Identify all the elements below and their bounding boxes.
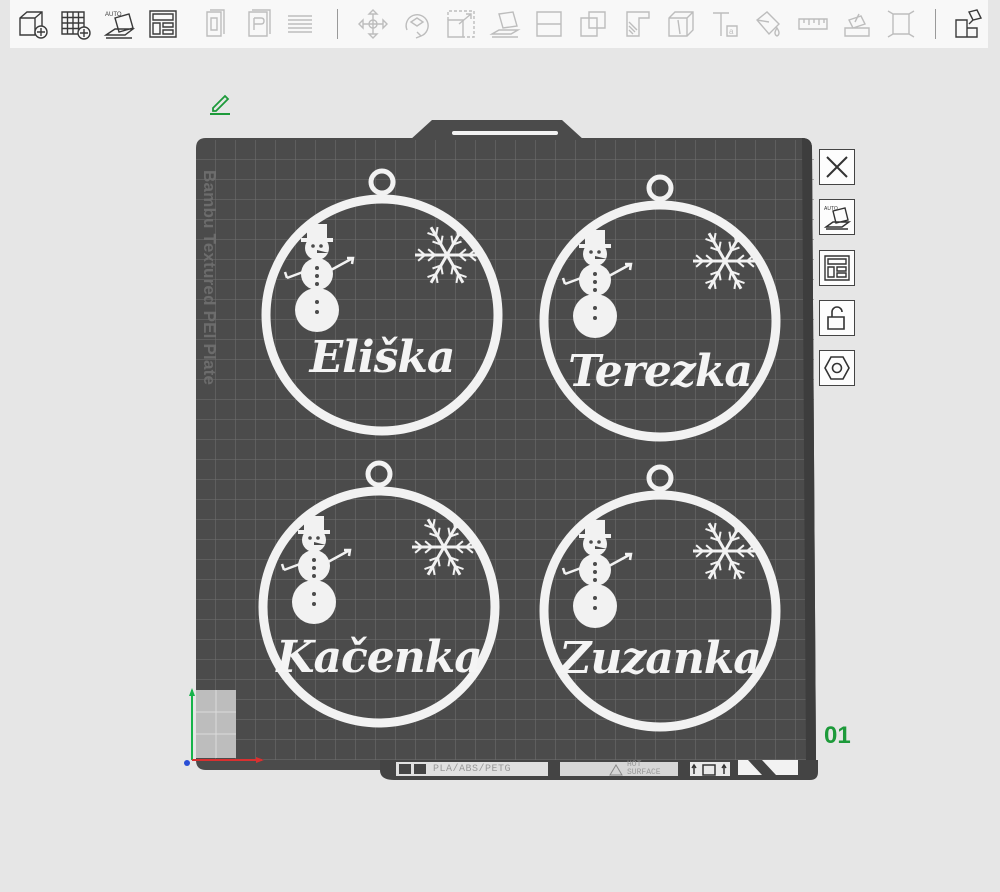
ornament-name-text: Zuzanka: [559, 633, 762, 684]
ornament-object[interactable]: Kačenka: [254, 452, 504, 742]
ornament-shape: [258, 460, 500, 728]
auto-orient-icon: AUTO: [823, 206, 851, 230]
ornament-object[interactable]: Terezka: [535, 166, 785, 456]
plate-number[interactable]: 01: [824, 722, 851, 750]
filament-types-label: PLA/ABS/PETG: [433, 764, 512, 775]
hot-surface-label: HOT SURFACE: [627, 760, 661, 777]
remove-plate-button[interactable]: [819, 149, 855, 185]
close-icon: [826, 156, 848, 178]
ornament-name-text: Eliška: [309, 332, 456, 383]
ornament-name-text: Kačenka: [276, 632, 483, 683]
ornament-object[interactable]: Eliška: [257, 160, 507, 450]
arrange-layout-icon: [824, 255, 850, 281]
arrange-plate-button[interactable]: [819, 250, 855, 286]
lock-plate-button[interactable]: [819, 300, 855, 336]
ornament-shape: [261, 168, 503, 436]
hexagon-settings-icon: [824, 356, 850, 380]
ornament-shape: [539, 464, 781, 732]
auto-text: AUTO: [824, 206, 838, 212]
lock-icon: [827, 306, 845, 330]
auto-orient-plate-button[interactable]: AUTO: [819, 199, 855, 235]
plate-settings-button[interactable]: [819, 350, 855, 386]
ornament-name-text: Terezka: [568, 346, 753, 397]
ornament-object[interactable]: Zuzanka: [535, 456, 785, 746]
plate-type-label: Bambu Textured PEI Plate: [200, 170, 219, 386]
ornament-shape: [539, 174, 781, 442]
